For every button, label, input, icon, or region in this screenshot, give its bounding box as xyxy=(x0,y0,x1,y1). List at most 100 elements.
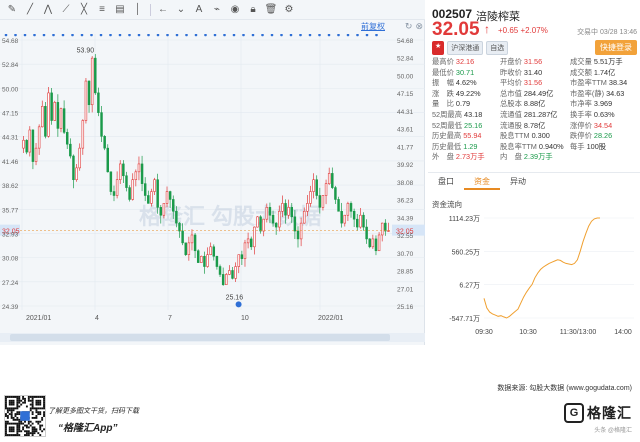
qr-code[interactable] xyxy=(4,395,46,437)
qr-module xyxy=(5,401,7,404)
channel-icon[interactable]: ≡ xyxy=(94,2,110,18)
candle-body xyxy=(259,216,262,232)
quote-cell: 开盘价 31.56 xyxy=(500,57,570,68)
candle-body xyxy=(278,210,281,228)
refresh-icon[interactable]: ↻ xyxy=(405,21,413,32)
candle-body xyxy=(331,173,334,188)
tab-capital[interactable]: 资金 xyxy=(464,176,500,190)
event-dot xyxy=(318,34,321,37)
candlestick-chart[interactable]: 格隆汇 勾股大数据32.05 32.0554.6852.8450.0047.154… xyxy=(0,34,425,345)
qr-module xyxy=(31,422,34,425)
candle-body xyxy=(218,266,222,275)
candle-body xyxy=(240,254,244,259)
tab-anomaly[interactable]: 异动 xyxy=(500,176,536,190)
trend-line-icon[interactable]: ╱ xyxy=(22,2,38,18)
event-dot xyxy=(175,34,179,37)
polyline-icon[interactable]: ⋀ xyxy=(40,2,56,18)
tab-orderbook[interactable]: 盘口 xyxy=(428,176,464,190)
candle-body xyxy=(103,135,106,149)
fibonacci-icon[interactable]: ▤ xyxy=(112,2,128,18)
qr-module xyxy=(8,428,11,431)
quote-value: 0.79 xyxy=(455,99,471,109)
candle-body xyxy=(384,222,387,232)
qr-module xyxy=(31,411,34,414)
qr-module xyxy=(31,403,34,406)
footer-caption: 了解更多图文干货，扫码下载 xyxy=(48,408,139,415)
line-icon[interactable]: │ xyxy=(130,2,146,18)
quote-row: 振 幅 4.62% 平均价 31.56 市盈率TTM 38.34 xyxy=(432,78,638,89)
candle-body xyxy=(112,191,116,196)
adjust-mode-link[interactable]: 前复权 xyxy=(361,21,385,32)
event-dot xyxy=(356,34,359,37)
candle-body xyxy=(303,210,306,224)
eraser-icon[interactable]: ✎ xyxy=(4,2,20,18)
candle-body xyxy=(337,199,340,212)
candle-body xyxy=(75,167,78,181)
delete-icon[interactable]: 🗑︎ xyxy=(263,2,279,18)
qr-module xyxy=(16,407,19,410)
qr-module xyxy=(12,418,15,421)
qr-module xyxy=(33,407,36,410)
forward-icon[interactable]: ⌄ xyxy=(173,2,189,18)
quote-row: 外 盘 2.73万手内 盘 2.39万手 xyxy=(432,152,638,163)
event-dot xyxy=(23,34,27,37)
quote-value: 32.16 xyxy=(455,57,475,66)
candle-body xyxy=(293,216,297,232)
text-icon[interactable]: A xyxy=(191,2,207,18)
candle-body xyxy=(225,274,228,285)
qr-module xyxy=(10,409,13,412)
qr-module xyxy=(27,399,30,402)
qr-module xyxy=(5,428,7,431)
qr-module xyxy=(10,415,13,417)
eye-icon[interactable]: ◉ xyxy=(227,2,243,18)
qr-module xyxy=(31,416,34,419)
qr-module xyxy=(35,420,38,423)
qr-module xyxy=(12,416,15,419)
settings-icon[interactable]: ⚙ xyxy=(281,2,297,18)
candle-body xyxy=(41,106,44,128)
brand-logo: G 格隆汇 xyxy=(564,403,632,423)
qr-module xyxy=(14,413,17,416)
quote-row: 量 比 0.79 总股本 8.88亿 市净率 3.969 xyxy=(432,99,638,110)
quote-cell: 52周最高 43.18 xyxy=(432,110,500,121)
lock-icon[interactable]: 🔒︎ xyxy=(245,2,261,18)
quote-label: 流通值 xyxy=(500,109,522,119)
candle-body xyxy=(327,173,331,184)
qr-module xyxy=(16,434,19,436)
qr-module xyxy=(39,424,42,427)
candle-body xyxy=(178,222,181,232)
magnet-icon[interactable]: ⌁ xyxy=(209,2,225,18)
stock-tags: ★ 沪深港通 自选 xyxy=(432,41,509,55)
quote-value: 8.88亿 xyxy=(523,99,546,109)
ray-icon[interactable]: ⟋ xyxy=(58,2,74,18)
qr-module xyxy=(18,426,21,429)
qr-module xyxy=(5,426,7,429)
y-tick-label-right: 28.85 xyxy=(397,269,414,276)
quote-label: 跌停价 xyxy=(570,131,592,141)
candle-body xyxy=(206,254,209,267)
candle-body xyxy=(78,147,81,169)
flow-y-label: -547.71万 xyxy=(449,315,480,323)
candle-body xyxy=(334,187,337,200)
event-dot xyxy=(289,34,293,37)
connect-tag[interactable]: 沪深港通 xyxy=(447,41,484,55)
quote-value: 0.300 xyxy=(531,131,550,141)
close-icon[interactable]: ⊗ xyxy=(415,21,423,32)
qr-module xyxy=(41,424,44,427)
qr-module xyxy=(10,416,13,419)
add-watchlist-button[interactable]: 自选 xyxy=(486,41,509,55)
candle-body xyxy=(371,238,375,248)
quote-label: 股息率TTM xyxy=(500,141,537,151)
qr-module xyxy=(35,415,38,417)
back-icon[interactable]: ← xyxy=(155,2,171,18)
quote-cell: 内 盘 2.39万手 xyxy=(500,152,570,163)
event-dot xyxy=(232,34,236,37)
qr-module xyxy=(31,428,34,431)
candle-body xyxy=(153,179,156,192)
quick-login-button[interactable]: 快捷登录 xyxy=(595,40,637,55)
capital-flow-chart[interactable]: 1114.23万 560.25万 6.27万 -547.71万 09:30 10:30 11… xyxy=(428,208,640,345)
cross-icon[interactable]: ╳ xyxy=(76,2,92,18)
qr-module xyxy=(37,432,40,435)
qr-module xyxy=(43,401,45,404)
event-dot xyxy=(166,34,169,37)
